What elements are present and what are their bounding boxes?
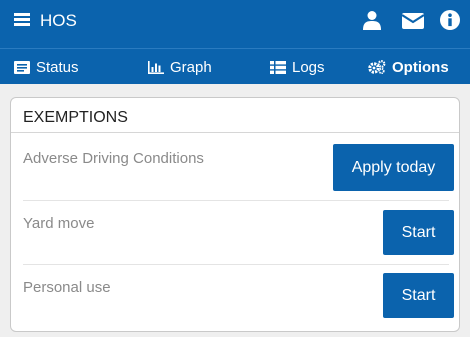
tab-status[interactable]: Status (14, 49, 79, 85)
personal-use-start-button[interactable]: Start (383, 273, 454, 318)
tab-graph-label: Graph (170, 58, 212, 76)
exemption-label-adverse: Adverse Driving Conditions (23, 150, 204, 167)
exemption-label-yard-move: Yard move (23, 215, 95, 232)
divider (23, 264, 449, 265)
menu-icon[interactable] (14, 13, 30, 27)
tab-graph[interactable]: Graph (148, 49, 212, 85)
apply-today-button[interactable]: Apply today (333, 144, 454, 191)
yard-move-start-button[interactable]: Start (383, 210, 454, 255)
divider (23, 200, 449, 201)
logs-icon (270, 60, 286, 74)
mail-icon[interactable] (401, 13, 425, 34)
app-header: HOS (0, 0, 470, 48)
options-icon (368, 60, 386, 74)
tab-logs-label: Logs (292, 58, 325, 76)
divider (11, 132, 459, 133)
tab-status-label: Status (36, 58, 79, 76)
tab-bar: Status Graph Logs Options (0, 48, 470, 84)
app-title: HOS (40, 11, 77, 30)
tab-options-label: Options (392, 58, 449, 76)
exemption-label-personal-use: Personal use (23, 279, 111, 296)
status-icon (14, 60, 30, 74)
info-icon[interactable] (440, 10, 460, 35)
graph-icon (148, 60, 164, 74)
tab-logs[interactable]: Logs (270, 49, 325, 85)
card-title: EXEMPTIONS (23, 109, 128, 126)
exemptions-card: EXEMPTIONS Adverse Driving Conditions Ap… (10, 97, 460, 332)
tab-options[interactable]: Options (368, 49, 449, 85)
user-icon[interactable] (363, 10, 381, 35)
